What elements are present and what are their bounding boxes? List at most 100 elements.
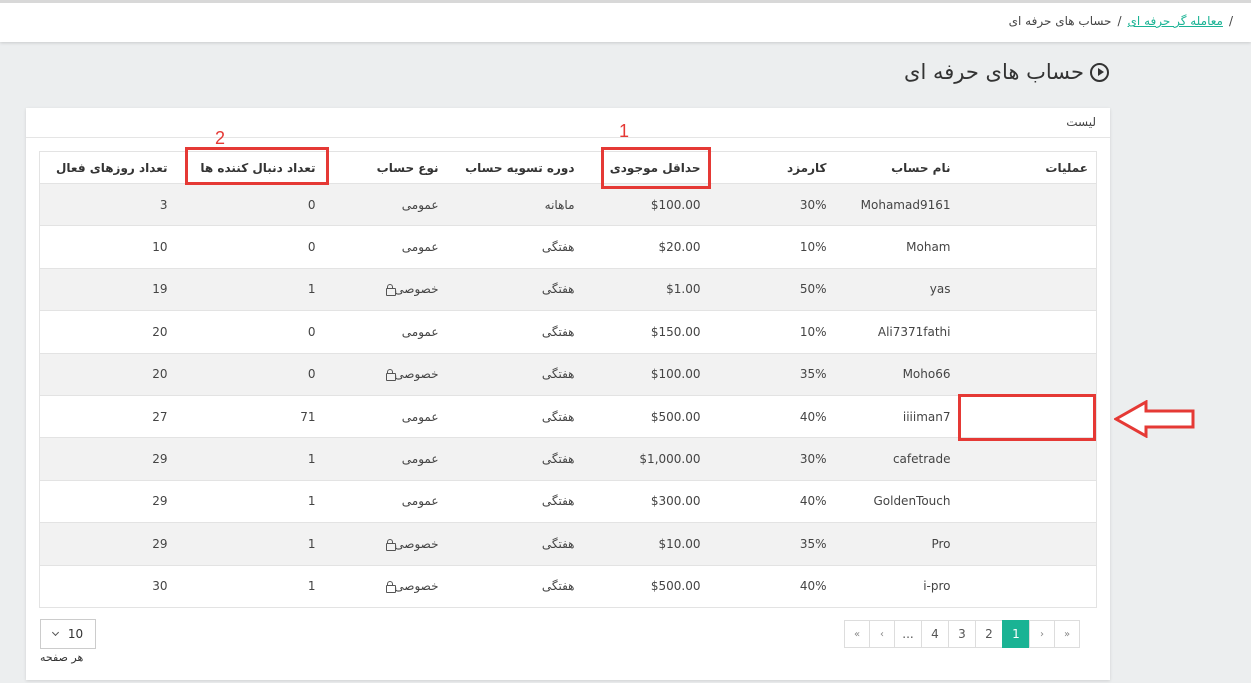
top-bar: / معامله گر حرفه ای / حساب های حرفه ای — [0, 0, 1251, 42]
cell-min-balance: $300.00 — [582, 480, 709, 524]
cell-active-days: 19 — [39, 268, 176, 312]
pagination-page-4[interactable]: 4 — [921, 620, 949, 648]
pagination-page-2[interactable]: 2 — [975, 620, 1003, 648]
operations-wrap: دنبال کردن — [967, 272, 1089, 306]
cell-min-balance: $100.00 — [582, 353, 709, 396]
cell-fee: 30% — [708, 183, 835, 227]
table-row: 291 خصوصی هفتگی$10.0035%Proدنبال کردن — [39, 522, 1097, 566]
account-type-text: خصوصی — [394, 579, 439, 594]
operations-wrap: دنبال کردن — [967, 188, 1089, 222]
cell-account-name: yas — [834, 268, 959, 312]
pagination-last[interactable]: » — [1054, 620, 1080, 648]
cell-fee: 40% — [708, 480, 835, 524]
cell-min-balance: $1.00 — [582, 268, 709, 312]
header-account-name[interactable]: نام حساب — [834, 151, 959, 184]
cell-operations: دنبال کردن — [958, 522, 1097, 566]
table-row: 200عمومیهفتگی$150.0010%Ali7371fathiدنبال… — [39, 310, 1097, 354]
cell-operations: دنبال کردن — [958, 225, 1097, 269]
pagination-page-1[interactable]: 1 — [1002, 620, 1030, 648]
cell-account-type: عمومی — [323, 310, 447, 354]
header-active-days[interactable]: تعداد روزهای فعال — [39, 151, 176, 184]
cell-account-name: Mohamad9161 — [834, 183, 959, 227]
cell-active-days: 10 — [39, 225, 176, 269]
table-row: 2771عمومیهفتگی$500.0040%iiiiman7دنبال کر… — [39, 395, 1097, 439]
cell-followers: 1 — [175, 480, 324, 524]
header-account-type[interactable]: نوع حساب — [323, 151, 447, 184]
cell-account-type: عمومی — [323, 225, 447, 269]
cell-operations: دنبال کردن — [958, 480, 1097, 524]
breadcrumb-separator: / — [1228, 14, 1233, 28]
operations-wrap: دنبال کردن — [967, 484, 1089, 518]
cell-min-balance: $10.00 — [582, 522, 709, 566]
table-row: 191 خصوصی هفتگی$1.0050%yasدنبال کردن — [39, 268, 1097, 312]
cell-settlement-period: هفتگی — [446, 268, 583, 312]
account-type-text: خصوصی — [394, 282, 439, 297]
pagination-prev[interactable]: ‹ — [869, 620, 895, 648]
header-settlement-period[interactable]: دوره تسویه حساب — [446, 151, 583, 184]
arrow-left-icon — [1114, 400, 1195, 438]
cell-account-type: خصوصی — [323, 268, 447, 312]
cell-settlement-period: هفتگی — [446, 310, 583, 354]
pagination-first[interactable]: « — [844, 620, 870, 648]
lock-icon — [386, 538, 397, 551]
cell-account-type: عمومی — [323, 480, 447, 524]
cell-followers: 1 — [175, 437, 324, 481]
cell-min-balance: $1,000.00 — [582, 437, 709, 481]
cell-account-type: خصوصی — [323, 353, 447, 396]
cell-account-name: iiiiman7 — [834, 395, 959, 439]
lock-icon — [386, 581, 397, 594]
annotation-label-1: 1 — [619, 121, 630, 141]
pagination: « ‹ ... 4 3 2 1 › » — [844, 620, 1080, 648]
table-header-row: تعداد روزهای فعال تعداد دنبال کننده ها ن… — [39, 151, 1097, 184]
pagination-page-3[interactable]: 3 — [948, 620, 976, 648]
list-card: لیست تعداد روزهای فعال تعداد دنبال کننده… — [26, 108, 1110, 680]
cell-settlement-period: هفتگی — [446, 565, 583, 608]
lock-icon — [386, 369, 397, 382]
cell-fee: 30% — [708, 437, 835, 481]
operations-wrap: دنبال کردن — [967, 527, 1089, 561]
cell-active-days: 29 — [39, 437, 176, 481]
cell-account-type: خصوصی — [323, 522, 447, 566]
breadcrumb-current: حساب های حرفه ای — [1008, 14, 1112, 28]
cell-settlement-period: هفتگی — [446, 353, 583, 396]
header-fee[interactable]: کارمزد — [708, 151, 835, 184]
breadcrumb-link-pro-trader[interactable]: معامله گر حرفه ای — [1128, 14, 1223, 28]
cell-account-type: عمومی — [323, 183, 447, 227]
table-row: 100عمومیهفتگی$20.0010%Mohamدنبال کردن — [39, 225, 1097, 269]
cell-settlement-period: هفتگی — [446, 225, 583, 269]
cell-settlement-period: هفتگی — [446, 480, 583, 524]
cell-active-days: 20 — [39, 310, 176, 354]
header-followers[interactable]: تعداد دنبال کننده ها — [175, 151, 324, 184]
cell-account-name: cafetrade — [834, 437, 959, 481]
pagination-next[interactable]: › — [1029, 620, 1055, 648]
play-circle-icon — [1090, 62, 1109, 82]
cell-min-balance: $500.00 — [582, 395, 709, 439]
cell-account-type: خصوصی — [323, 565, 447, 608]
cell-operations: دنبال کردن — [958, 437, 1097, 481]
cell-fee: 40% — [708, 395, 835, 439]
cell-followers: 71 — [175, 395, 324, 439]
cell-account-name: Moham — [834, 225, 959, 269]
accounts-table: تعداد روزهای فعال تعداد دنبال کننده ها ن… — [39, 151, 1097, 608]
cell-active-days: 29 — [39, 480, 176, 524]
per-page-label: هر صفحه — [40, 651, 84, 664]
cell-active-days: 27 — [39, 395, 176, 439]
operations-wrap: دنبال کردن — [967, 315, 1089, 349]
cell-active-days: 20 — [39, 353, 176, 396]
cell-account-name: i-pro — [834, 565, 959, 608]
account-type-text: خصوصی — [394, 536, 439, 551]
cell-operations: دنبال کردن — [958, 565, 1097, 608]
operations-wrap: دنبال کردن — [967, 230, 1089, 264]
cell-followers: 1 — [175, 268, 324, 312]
cell-settlement-period: ماهانه — [446, 183, 583, 227]
per-page-select[interactable]: 10 — [40, 619, 96, 649]
operations-wrap: دنبال کردن — [967, 442, 1089, 476]
cell-followers: 0 — [175, 225, 324, 269]
cell-followers: 0 — [175, 310, 324, 354]
header-min-balance[interactable]: حداقل موجودی — [582, 151, 709, 184]
pagination-ellipsis: ... — [894, 620, 922, 648]
cell-fee: 35% — [708, 522, 835, 566]
table-row: 291عمومیهفتگی$300.0040%GoldenTouchدنبال … — [39, 480, 1097, 524]
cell-min-balance: $20.00 — [582, 225, 709, 269]
table-row: 200 خصوصی هفتگی$100.0035%Moho66دنبال کردن — [39, 353, 1097, 396]
